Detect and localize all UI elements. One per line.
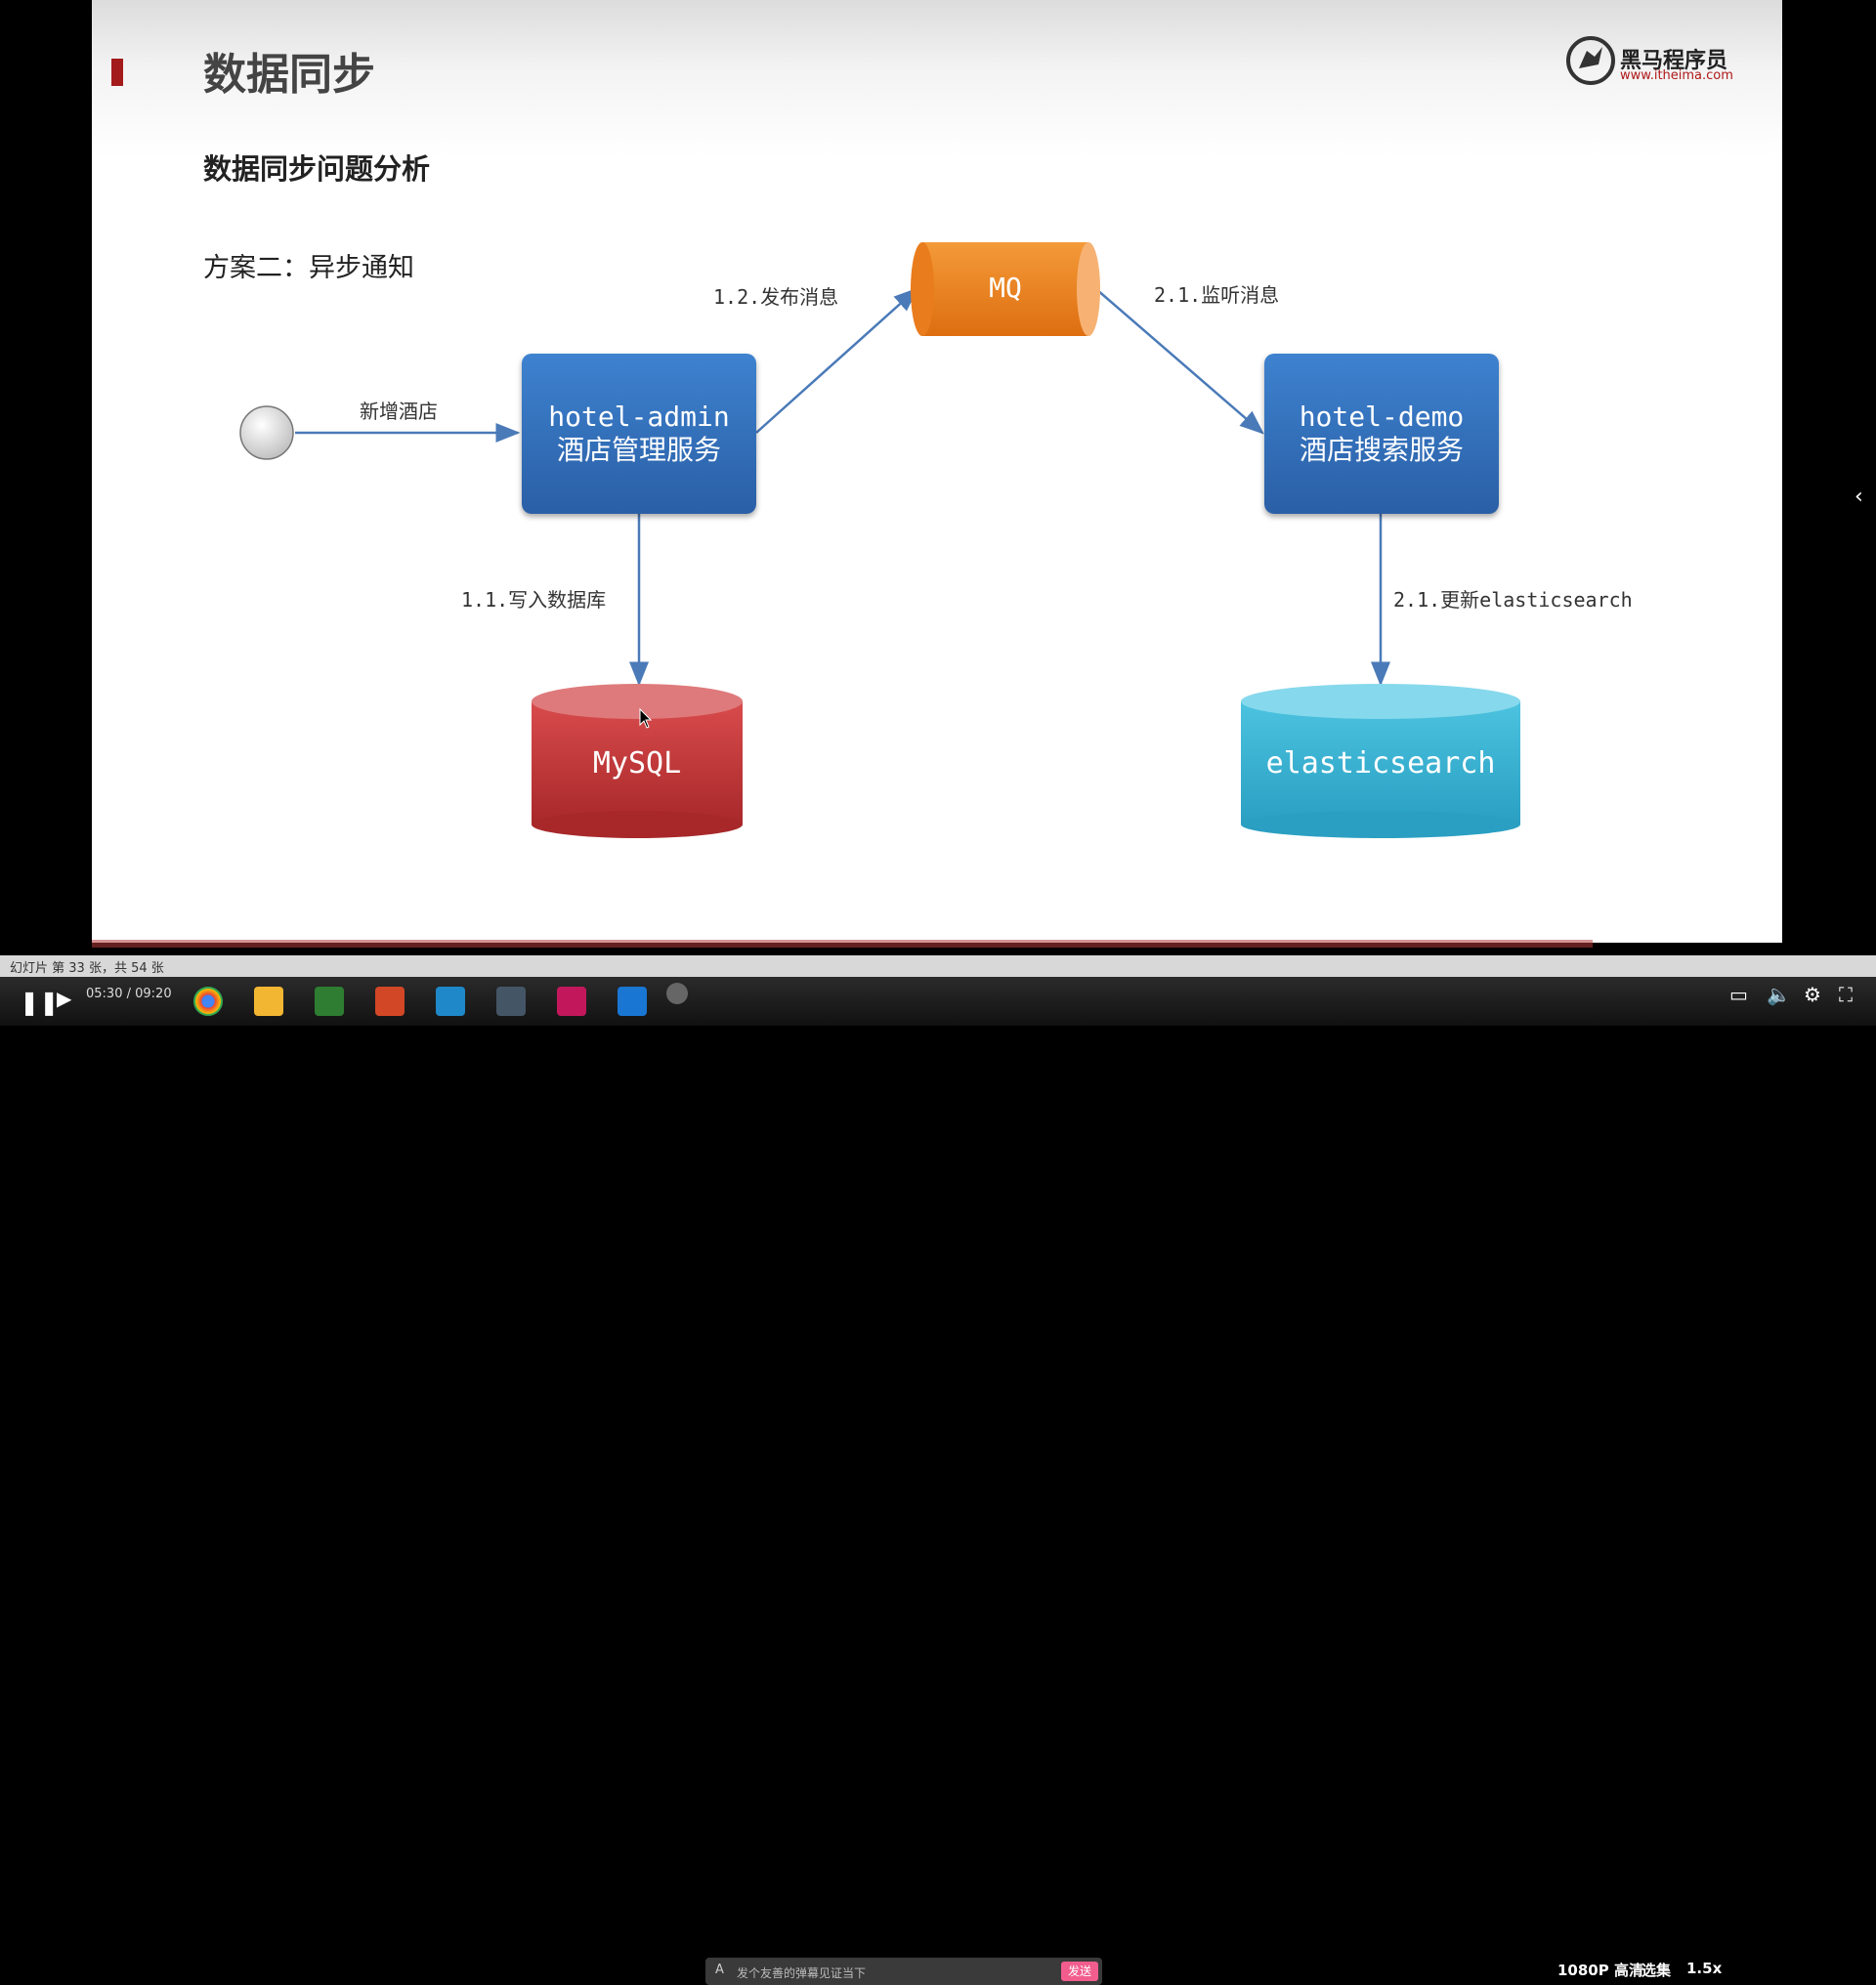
quality-selector[interactable]: 1080P 高清 [1557,1960,1643,1980]
danmaku-placeholder: 发个友善的弹幕见证当下 [737,1966,867,1980]
slide-canvas: 数据同步 黑马程序员 www.itheima.com 数据同步问题分析 方案二：… [92,0,1782,943]
label-add-hotel: 新增酒店 [360,400,438,423]
danmaku-send-button[interactable]: 发送 [1061,1962,1098,1981]
diagram-arrows [239,242,1520,838]
powerpoint-icon[interactable] [375,987,405,1016]
slide-counter: 幻灯片 第 33 张，共 54 张 [10,961,164,976]
pause-icon[interactable]: ❚❚ [20,989,59,1016]
fullscreen-icon[interactable]: ⛶ [1839,983,1853,1006]
start-node [239,405,294,460]
volume-icon[interactable]: 🔈 [1767,983,1791,1006]
hotel-demo-name: hotel-demo [1299,401,1465,433]
next-icon[interactable]: ▶ [57,987,71,1010]
time-total: 09:20 [135,987,172,1001]
presentation-status-bar: 幻灯片 第 33 张，共 54 张 [0,955,1876,977]
hotel-admin-desc: 酒店管理服务 [556,434,721,466]
hotel-admin-service: hotel-admin 酒店管理服务 [522,354,756,514]
playback-time: 05:30 / 09:20 [86,987,172,1001]
time-current: 05:30 [86,987,123,1001]
vscode-icon[interactable] [618,987,647,1016]
mq-label: MQ [989,272,1022,304]
label-listen: 2.1.监听消息 [1154,283,1280,307]
speed-selector[interactable]: 1.5x [1686,1960,1722,1977]
label-write-db: 1.1.写入数据库 [461,588,607,612]
folder-icon[interactable] [254,987,283,1016]
mysql-label: MySQL [592,746,682,781]
side-panel-toggle-icon[interactable]: ‹ [1855,485,1863,509]
notepad-icon[interactable] [315,987,344,1016]
settings-gear-icon[interactable] [666,983,688,1004]
label-publish: 1.2.发布消息 [713,285,839,309]
arrow-listen [1095,288,1264,435]
intellij-icon[interactable] [557,987,586,1016]
hotel-admin-name: hotel-admin [548,401,730,433]
hotel-demo-desc: 酒店搜索服务 [1299,434,1464,466]
remote-desktop-icon[interactable] [496,987,526,1016]
danmaku-toggle-icon[interactable]: ▭ [1729,983,1748,1006]
danmaku-style-icon[interactable]: A [715,1963,724,1977]
chrome-icon[interactable] [193,987,223,1016]
danmaku-input[interactable]: A 发个友善的弹幕见证当下 发送 [705,1958,1102,1985]
settings-icon[interactable]: ⚙ [1804,983,1821,1006]
player-control-bar: ❚❚ ▶ 05:30 / 09:20 A 发个友善的弹幕见证当下 发送 1080… [0,977,1876,1985]
es-label: elasticsearch [1265,746,1496,781]
episodes-button[interactable]: 选集 [1642,1960,1671,1980]
arrow-publish [755,287,918,434]
label-update-es: 2.1.更新elasticsearch [1393,588,1633,612]
hotel-demo-service: hotel-demo 酒店搜索服务 [1264,354,1499,514]
vmware-icon[interactable] [436,987,465,1016]
